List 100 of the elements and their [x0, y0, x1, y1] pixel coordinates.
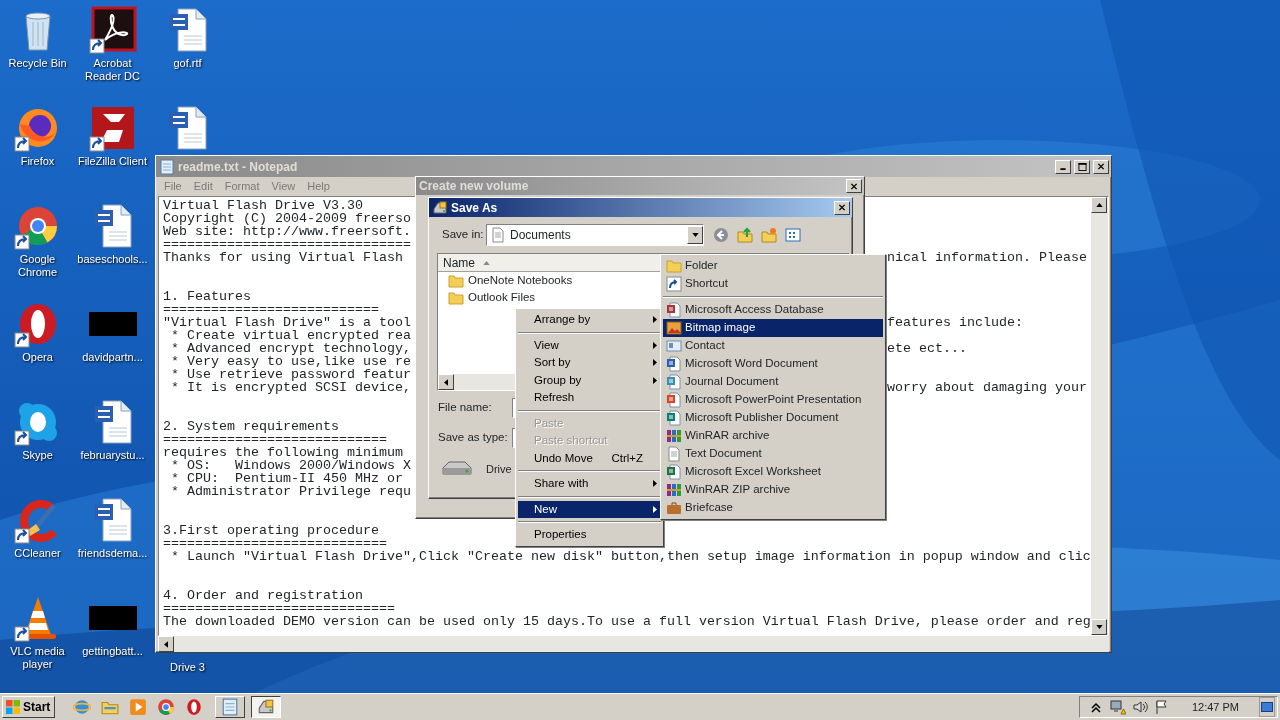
scroll-down-button[interactable]: [1091, 619, 1107, 635]
views-button[interactable]: [785, 227, 801, 243]
menu-item[interactable]: View: [518, 336, 661, 354]
window-title: Save As: [451, 199, 499, 217]
desktop-icon-label[interactable]: VLC media player: [0, 645, 75, 671]
start-button[interactable]: Start: [2, 696, 56, 718]
menu-item[interactable]: Refresh: [518, 389, 661, 407]
text-line: 3.First operating procedure: [163, 523, 379, 538]
desktop-icon-label[interactable]: davidpartn...: [75, 351, 150, 364]
close-button[interactable]: [834, 200, 850, 215]
menu-item[interactable]: Briefcase: [663, 499, 883, 517]
menu-item[interactable]: Sort by: [518, 354, 661, 372]
menu-item[interactable]: Undo Move Ctrl+Z: [518, 449, 661, 467]
flag-icon: [1153, 699, 1170, 715]
menu-item[interactable]: Microsoft Excel Worksheet: [663, 463, 883, 481]
speaker-icon: [1131, 699, 1148, 715]
desktop-icon-label[interactable]: Google Chrome: [0, 253, 75, 279]
menu-item[interactable]: Text Document: [663, 445, 883, 463]
menu-item[interactable]: Share with: [518, 475, 661, 493]
maximize-button[interactable]: [1074, 159, 1090, 174]
document-icon: [666, 356, 682, 372]
contact-card-icon: [666, 338, 682, 354]
desktop-icon-label[interactable]: gettingbatt...: [75, 645, 150, 658]
desktop-icon-label[interactable]: baseschools...: [75, 253, 150, 266]
notebook-icon: [221, 698, 240, 716]
desktop-icon-label[interactable]: gof.rtf: [150, 57, 225, 70]
file-name[interactable]: OneNote Notebooks: [468, 271, 573, 290]
text-line: Thanks for using Virtual Flash: [163, 250, 403, 265]
desktop-icon-label[interactable]: FileZilla Client: [75, 155, 150, 168]
windows-logo-icon: [5, 699, 21, 715]
sidebar-item[interactable]: Drive: [486, 460, 512, 478]
desktop-icon-label[interactable]: Skype: [0, 449, 75, 462]
browser-icon: [73, 698, 92, 716]
close-button[interactable]: [846, 179, 862, 193]
menu-item[interactable]: Microsoft PowerPoint Presentation: [663, 391, 883, 409]
menu-item[interactable]: Microsoft Access Database: [663, 301, 883, 319]
menu-item[interactable]: Shortcut: [663, 275, 883, 293]
menu-item[interactable]: Group by: [518, 371, 661, 389]
minimize-button[interactable]: [1055, 159, 1071, 174]
field-label: File name:: [438, 400, 493, 416]
text-line: 1. Features: [163, 289, 251, 304]
desktop-icon-label[interactable]: Acrobat Reader DC: [75, 57, 150, 83]
text-line: * Create virtual encrypted rea: [170, 328, 411, 343]
vertical-scrollbar[interactable]: [1091, 197, 1108, 635]
text-line: Copyright (C) 2004-2009 freerso: [163, 211, 411, 226]
menu-item[interactable]: Microsoft Word Document: [663, 355, 883, 373]
taskbar-icon[interactable]: [157, 698, 176, 716]
desktop-icon: [1261, 702, 1273, 712]
desktop-icon-label[interactable]: Firefox: [0, 155, 75, 168]
close-button[interactable]: [1093, 159, 1109, 174]
close-icon: [1097, 163, 1105, 170]
menu-item[interactable]: Bitmap image: [663, 319, 883, 337]
tray-icon[interactable]: [1153, 699, 1170, 715]
network-icon: [1109, 699, 1126, 715]
text-file-icon: [666, 446, 682, 462]
drive-icon: [257, 698, 276, 716]
menu-item[interactable]: Microsoft Publisher Document: [663, 409, 883, 427]
scroll-up-button[interactable]: [1091, 197, 1107, 213]
scroll-left-button[interactable]: [438, 374, 454, 390]
new-folder-icon: [761, 227, 777, 243]
desktop-icon-label[interactable]: Recycle Bin: [0, 57, 75, 70]
taskbar-button[interactable]: [251, 696, 282, 718]
horizontal-scrollbar[interactable]: [158, 636, 1109, 652]
desktop-icon-label[interactable]: CCleaner: [0, 547, 75, 560]
menu-item[interactable]: WinRAR ZIP archive: [663, 481, 883, 499]
desktop-icon-label[interactable]: Opera: [0, 351, 75, 364]
window-title: readme.txt - Notepad: [178, 158, 299, 176]
show-desktop-button[interactable]: [1259, 697, 1275, 717]
desktop-icon-label[interactable]: Drive 3: [150, 661, 225, 674]
browser-icon: [185, 698, 204, 716]
tray-icon[interactable]: [1131, 699, 1148, 715]
clock[interactable]: 12:47 PM: [1191, 698, 1239, 716]
desktop-icon-label[interactable]: friendsdema...: [75, 547, 150, 560]
caret-icon: [691, 233, 699, 237]
shortcut-text: Ctrl+Z: [611, 450, 643, 466]
maximize-icon: [1077, 162, 1087, 171]
location-dropdown[interactable]: Documents: [486, 224, 704, 246]
text-line: 4. Order and registration: [163, 588, 363, 603]
menu-item[interactable]: WinRAR archive: [663, 427, 883, 445]
menu-item[interactable]: Properties: [518, 526, 661, 544]
menu-item[interactable]: Arrange by: [518, 311, 661, 329]
document-icon: [666, 302, 682, 318]
menu-item[interactable]: New: [518, 500, 661, 518]
file-name[interactable]: Outlook Files: [468, 288, 536, 307]
text-line: * Advanced encrypt technology,: [170, 341, 411, 356]
text-line: * Administrator Privilege requ: [170, 484, 411, 499]
desktop-icon-label[interactable]: februarystu...: [75, 449, 150, 462]
document-icon: [666, 464, 682, 480]
menu-item[interactable]: Journal Document: [663, 373, 883, 391]
folder-icon: [448, 289, 464, 306]
taskbar-icon[interactable]: [185, 698, 204, 716]
close-icon: [850, 182, 858, 190]
back-button[interactable]: [713, 227, 729, 243]
text-line: * Use retrieve password featur: [170, 367, 411, 382]
text-line: ============================: [163, 432, 387, 447]
submenu-arrow-icon: [653, 316, 657, 324]
scroll-left-button[interactable]: [158, 636, 174, 652]
menu-item[interactable]: Contact: [663, 337, 883, 355]
dropdown-button[interactable]: [687, 226, 703, 244]
drive-icon: [432, 199, 448, 216]
